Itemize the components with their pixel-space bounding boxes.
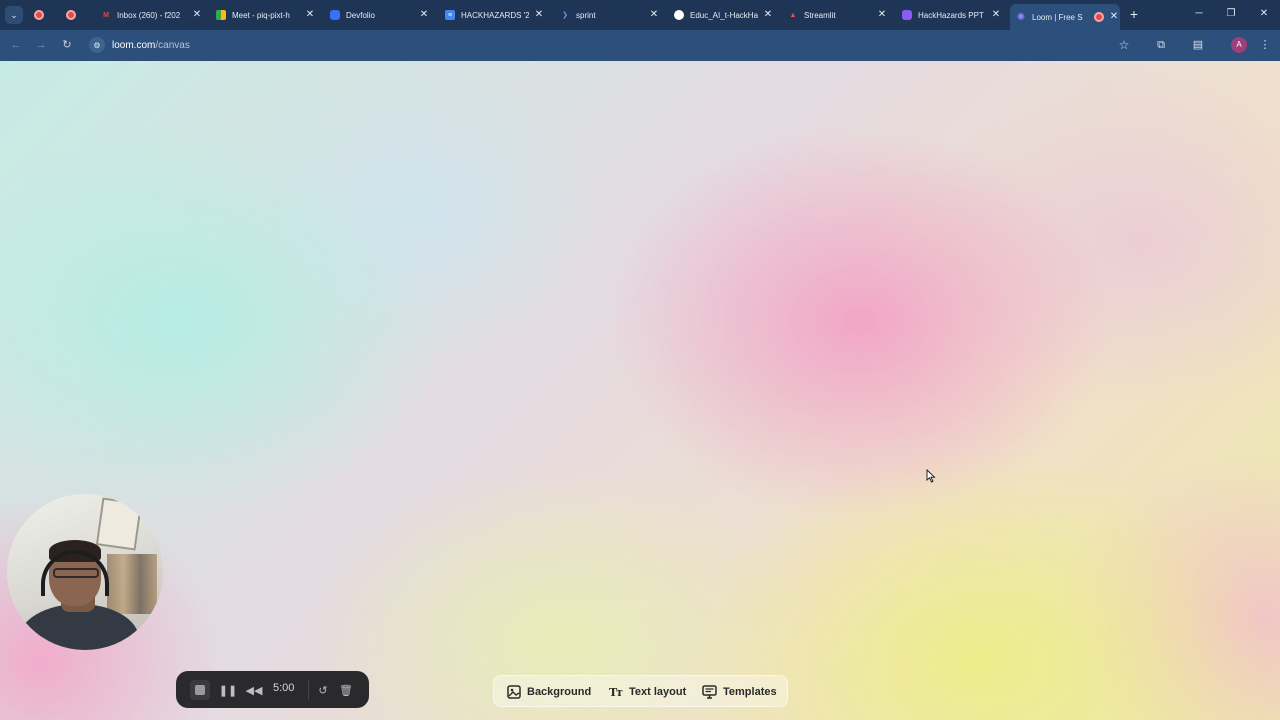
avatar[interactable]: A (1231, 37, 1247, 53)
pause-icon: ❚❚ (218, 684, 238, 697)
text-layout-label: Text layout (629, 686, 687, 698)
tab-title: Streamlit (804, 10, 836, 20)
loom-canvas[interactable] (0, 61, 1280, 720)
meet-icon (216, 10, 226, 20)
webcam-bookshelf (107, 554, 157, 614)
divider (308, 680, 309, 700)
rewind-icon: ◀◀ (245, 684, 263, 697)
side-panel-icon[interactable]: ▤ (1190, 37, 1206, 53)
close-window-button[interactable]: ✕ (1256, 6, 1272, 22)
restart-button[interactable]: ↺ (313, 680, 333, 700)
extensions-icon[interactable]: ⧉ (1153, 37, 1169, 53)
glasses-icon (53, 568, 99, 578)
minimize-button[interactable]: ─ (1191, 6, 1207, 22)
sprint-icon: ❯ (562, 12, 568, 19)
tab-streamlit[interactable]: ▲ Streamlit ✕ (788, 4, 888, 26)
back-button[interactable]: ← (8, 37, 24, 53)
tab-title: Inbox (260) - f202 (117, 10, 181, 20)
devfolio-icon (330, 10, 340, 20)
restore-icon: ❐ (1226, 8, 1236, 19)
plus-icon: + (1129, 6, 1139, 22)
minimize-icon: ─ (1195, 8, 1203, 19)
delete-button[interactable]: 🗑 (336, 680, 356, 700)
tab-search-button[interactable]: ⌄ (5, 6, 23, 24)
forward-button[interactable]: → (33, 37, 49, 53)
close-icon[interactable]: ✕ (876, 9, 888, 21)
record-icon (1094, 12, 1104, 22)
tab-title: sprint (576, 10, 596, 20)
menu-icon[interactable]: ⋮ (1257, 37, 1273, 53)
close-icon[interactable]: ✕ (191, 9, 203, 21)
arrow-left-icon: ← (10, 39, 22, 51)
tab-devfolio[interactable]: Devfolio ✕ (330, 4, 430, 26)
gmail-icon: M (103, 11, 109, 19)
url-path: /canvas (155, 39, 190, 51)
webcam-bubble[interactable] (7, 494, 163, 650)
rewind-button[interactable]: ◀◀ (244, 680, 264, 700)
tab-title: HackHazards PPT (918, 10, 984, 20)
tab-title: Educ_AI_t-HackHa (690, 10, 758, 20)
hackhazards-icon (902, 10, 912, 20)
tab-strip: ⌄ M Inbox (260) - f202 ✕ Meet - piq-pixt… (0, 0, 1280, 30)
close-icon[interactable]: ✕ (990, 9, 1002, 21)
tab-title: Loom | Free S (1032, 12, 1083, 22)
monitor-icon (702, 685, 717, 700)
pause-button[interactable]: ❚❚ (218, 680, 238, 700)
record-icon (66, 10, 76, 20)
site-info-icon[interactable]: ⚙ (89, 37, 105, 53)
tab-loom[interactable]: ✺ Loom | Free S ✕ (1010, 4, 1120, 30)
url-host: loom.com (112, 39, 156, 51)
close-icon[interactable]: ✕ (1108, 11, 1120, 23)
github-icon (674, 10, 684, 20)
address-bar[interactable]: ⚙ loom.com/canvas ☆ (86, 34, 1142, 56)
tab-github[interactable]: Educ_AI_t-HackHa ✕ (674, 4, 774, 26)
reload-button[interactable]: ↻ (59, 37, 75, 53)
text-size-icon: Tт (608, 685, 623, 699)
webcam-wall-frame (95, 497, 143, 551)
templates-label: Templates (723, 686, 777, 698)
stop-icon (195, 685, 205, 695)
browser-toolbar: ← → ↻ ⚙ loom.com/canvas ☆ ⧉ ▤ ⋮ (0, 30, 1280, 61)
close-icon[interactable]: ✕ (648, 9, 660, 21)
tab-recording-1[interactable] (34, 4, 62, 26)
bookmark-star-icon[interactable]: ☆ (1116, 37, 1132, 53)
arrow-right-icon: → (35, 39, 47, 51)
close-icon: ✕ (1259, 8, 1269, 19)
text-layout-button[interactable]: Tт Text layout (608, 683, 686, 701)
recording-controls: ❚❚ ◀◀ 5:00 ↺ 🗑 (176, 671, 369, 708)
close-icon[interactable]: ✕ (533, 9, 545, 21)
tab-title: HACKHAZARDS '2 (461, 10, 529, 20)
close-icon[interactable]: ✕ (418, 9, 430, 21)
reload-icon: ↻ (62, 39, 72, 51)
close-icon[interactable]: ✕ (304, 9, 316, 21)
restart-icon: ↺ (318, 684, 328, 697)
tab-hackhazards-ppt[interactable]: HackHazards PPT ✕ (902, 4, 1002, 26)
record-icon (34, 10, 44, 20)
templates-button[interactable]: Templates (702, 683, 777, 701)
new-tab-button[interactable]: + (1126, 6, 1142, 22)
background-label: Background (527, 686, 592, 698)
tab-title: Devfolio (346, 10, 375, 20)
url-text[interactable]: loom.com/canvas (112, 40, 190, 51)
close-icon[interactable]: ✕ (762, 9, 774, 21)
loom-icon: ✺ (1016, 11, 1026, 23)
tab-hackhazards-doc[interactable]: ≡ HACKHAZARDS '2 ✕ (445, 4, 545, 26)
restore-button[interactable]: ❐ (1223, 6, 1239, 22)
canvas-toolbar: Background Tт Text layout Templates (493, 675, 788, 707)
chevron-down-icon: ⌄ (10, 9, 18, 20)
tab-gmail[interactable]: M Inbox (260) - f202 ✕ (101, 4, 203, 26)
tab-sprint[interactable]: ❯ sprint ✕ (560, 4, 660, 26)
streamlit-icon: ▲ (789, 11, 797, 19)
tab-recording-2[interactable] (66, 4, 94, 26)
trash-icon: 🗑 (339, 684, 353, 697)
background-button[interactable]: Background (506, 683, 591, 701)
recording-timer: 5:00 (273, 682, 295, 694)
tab-title: Meet - piq-pixt-h (232, 10, 290, 20)
image-icon (506, 685, 521, 700)
docs-icon: ≡ (445, 10, 455, 20)
tab-meet[interactable]: Meet - piq-pixt-h ✕ (216, 4, 316, 26)
stop-recording-button[interactable] (190, 680, 210, 700)
mouse-cursor-icon (926, 469, 936, 483)
